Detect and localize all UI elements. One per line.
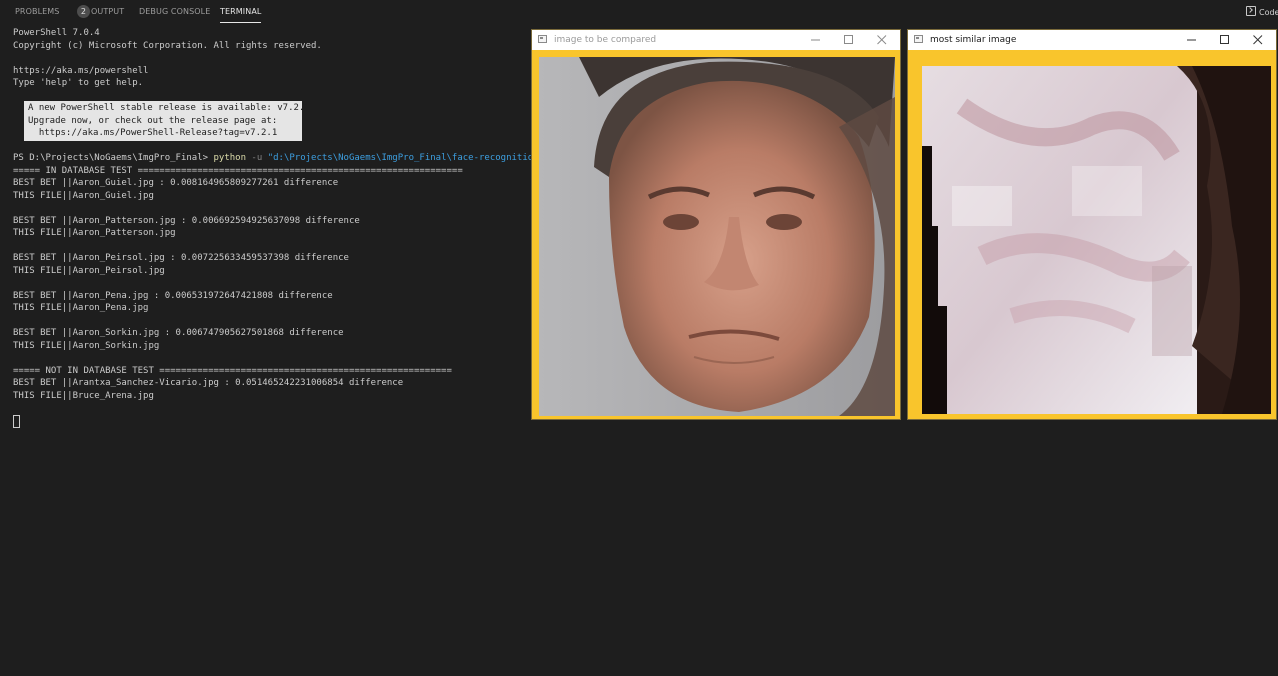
output-line: ===== NOT IN DATABASE TEST =============… [13,365,452,376]
problems-count-badge: 2 [77,5,90,18]
terminal-line: Type 'help' to get help. [13,78,144,88]
code-button[interactable]: Code [1246,6,1278,18]
output-line: BEST BET ||Aaron_Pena.jpg : 0.0065319726… [13,290,333,301]
close-button[interactable] [1242,30,1275,50]
close-icon [877,35,887,45]
command-text: python [213,153,246,163]
terminal-line: PowerShell 7.0.4 [13,28,100,38]
terminal-line: Copyright (c) Microsoft Corporation. All… [13,40,322,51]
vscode-panel-screen: { "panel": { "tabs": [ {"label": "PROBLE… [0,0,1278,676]
similar-image-window[interactable]: most similar image [907,29,1277,420]
output-line: BEST BET ||Aaron_Sorkin.jpg : 0.00674790… [13,328,344,338]
tab-output[interactable]: OUTPUT [91,0,124,24]
face-photo-compared [539,57,895,416]
window-title: most similar image [930,35,1017,45]
close-icon [1253,35,1263,45]
panel-tab-bar: PROBLEMS 2 OUTPUT DEBUG CONSOLE TERMINAL… [0,0,1278,24]
tab-debug-console[interactable]: DEBUG CONSOLE [139,0,210,24]
close-button[interactable] [866,30,899,50]
face-photo-compared-graphic [539,57,895,416]
code-button-label: Code [1259,8,1278,17]
window-app-icon [914,35,923,43]
minimize-icon [811,39,820,41]
tab-terminal-label: TERMINAL [220,7,262,16]
output-line: BEST BET ||Arantxa_Sanchez-Vicario.jpg :… [13,378,404,388]
maximize-icon [844,35,853,44]
maximize-icon [1220,35,1229,44]
output-line: THIS FILE||Aaron_Sorkin.jpg [13,340,160,351]
output-line: BEST BET ||Aaron_Patterson.jpg : 0.00669… [13,215,360,226]
output-line: BEST BET ||Aaron_Peirsol.jpg : 0.0072256… [13,253,349,263]
minimize-icon [1187,39,1196,41]
output-line: BEST BET ||Aaron_Guiel.jpg : 0.008164965… [13,178,339,188]
compare-image-window[interactable]: image to be compared [531,29,901,420]
maximize-button[interactable] [1209,30,1242,50]
output-line: THIS FILE||Bruce_Arena.jpg [13,390,154,401]
window-app-icon [538,35,547,43]
command-line: PS D:\Projects\NoGaems\ImgPro_Final> pyt… [13,152,560,164]
output-line: THIS FILE||Aaron_Peirsol.jpg [13,265,165,276]
minimize-button[interactable] [800,30,833,50]
output-line: THIS FILE||Aaron_Guiel.jpg [13,190,154,201]
prompt-text: PS D:\Projects\NoGaems\ImgPro_Final> [13,153,214,163]
notice-line: Upgrade now, or check out the release pa… [28,115,278,126]
minimize-button[interactable] [1176,30,1209,50]
terminal-cursor [13,415,20,428]
tab-problems-label: PROBLEMS [15,7,60,16]
face-photo-similar-graphic [922,66,1271,414]
face-photo-similar [922,66,1271,414]
tab-debug-console-label: DEBUG CONSOLE [139,7,211,16]
command-argument: "d:\Projects\NoGaems\ImgPro_Final\face-r… [267,153,561,163]
terminal-code-icon [1246,6,1256,16]
notice-line: A new PowerShell stable release is avail… [28,103,310,113]
update-notice-box: A new PowerShell stable release is avail… [24,101,310,141]
window-titlebar[interactable]: image to be compared [532,30,900,50]
command-flag: -u [246,153,268,163]
output-line: ===== IN DATABASE TEST =================… [13,165,463,176]
tab-output-label: OUTPUT [91,7,125,16]
output-line: THIS FILE||Aaron_Pena.jpg [13,303,149,313]
window-titlebar[interactable]: most similar image [908,30,1276,50]
maximize-button[interactable] [833,30,866,50]
tab-terminal[interactable]: TERMINAL [220,0,262,24]
output-line: THIS FILE||Aaron_Patterson.jpg [13,228,176,238]
window-title: image to be compared [554,35,657,45]
notice-line: https://aka.ms/PowerShell-Release?tag=v7… [28,128,278,138]
terminal-line: https://aka.ms/powershell [13,65,149,76]
tab-problems[interactable]: PROBLEMS 2 [15,0,90,24]
